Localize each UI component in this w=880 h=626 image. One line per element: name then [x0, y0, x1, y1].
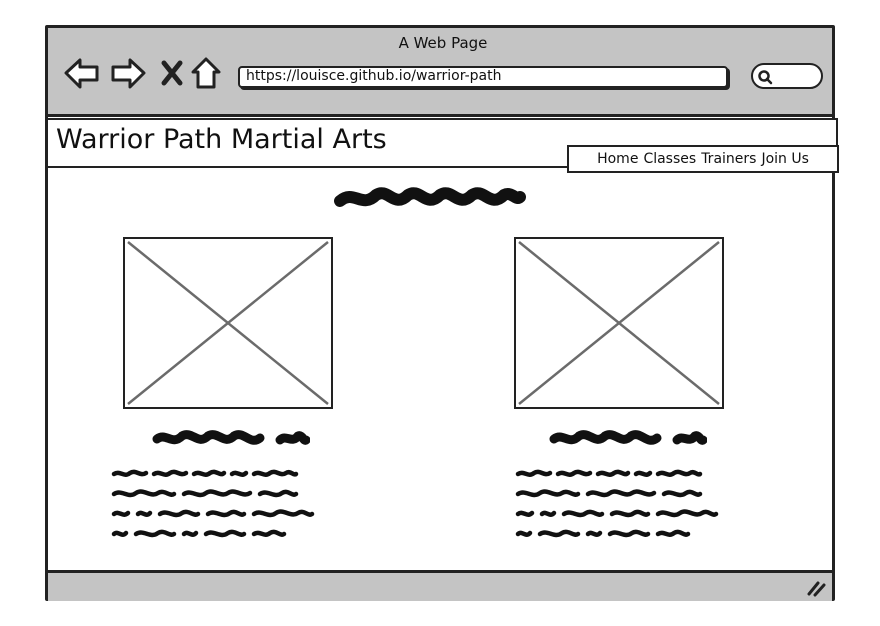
card-heading-scribble-right — [549, 430, 707, 445]
status-bar — [48, 570, 832, 601]
image-placeholder-left — [123, 237, 333, 409]
card-text-scribble-left — [111, 469, 315, 538]
site-title: Warrior Path Martial Arts — [56, 124, 387, 155]
site-nav: Home Classes Trainers Join Us — [567, 145, 839, 173]
nav-link-join[interactable]: Join Us — [761, 151, 808, 167]
forward-arrow-icon[interactable] — [110, 56, 146, 90]
nav-link-trainers[interactable]: Trainers — [701, 151, 756, 167]
card-heading-scribble-left — [152, 430, 310, 445]
nav-link-home[interactable]: Home — [597, 151, 638, 167]
address-bar[interactable]: https://louisce.github.io/warrior-path — [238, 66, 728, 88]
resize-grip-icon[interactable] — [806, 579, 826, 597]
close-icon[interactable] — [160, 56, 184, 90]
search-icon — [758, 70, 773, 85]
card-text-scribble-right — [515, 469, 719, 538]
home-icon[interactable] — [190, 56, 222, 90]
section-heading-scribble — [334, 187, 526, 207]
back-arrow-icon[interactable] — [64, 56, 100, 90]
browser-window: A Web Page https://louisce.github.io/war… — [45, 25, 839, 601]
browser-chrome: A Web Page https://louisce.github.io/war… — [48, 28, 832, 117]
search-button[interactable] — [751, 63, 823, 89]
image-placeholder-right — [514, 237, 724, 409]
nav-link-classes[interactable]: Classes — [643, 151, 696, 167]
window-title: A Web Page — [398, 34, 488, 52]
